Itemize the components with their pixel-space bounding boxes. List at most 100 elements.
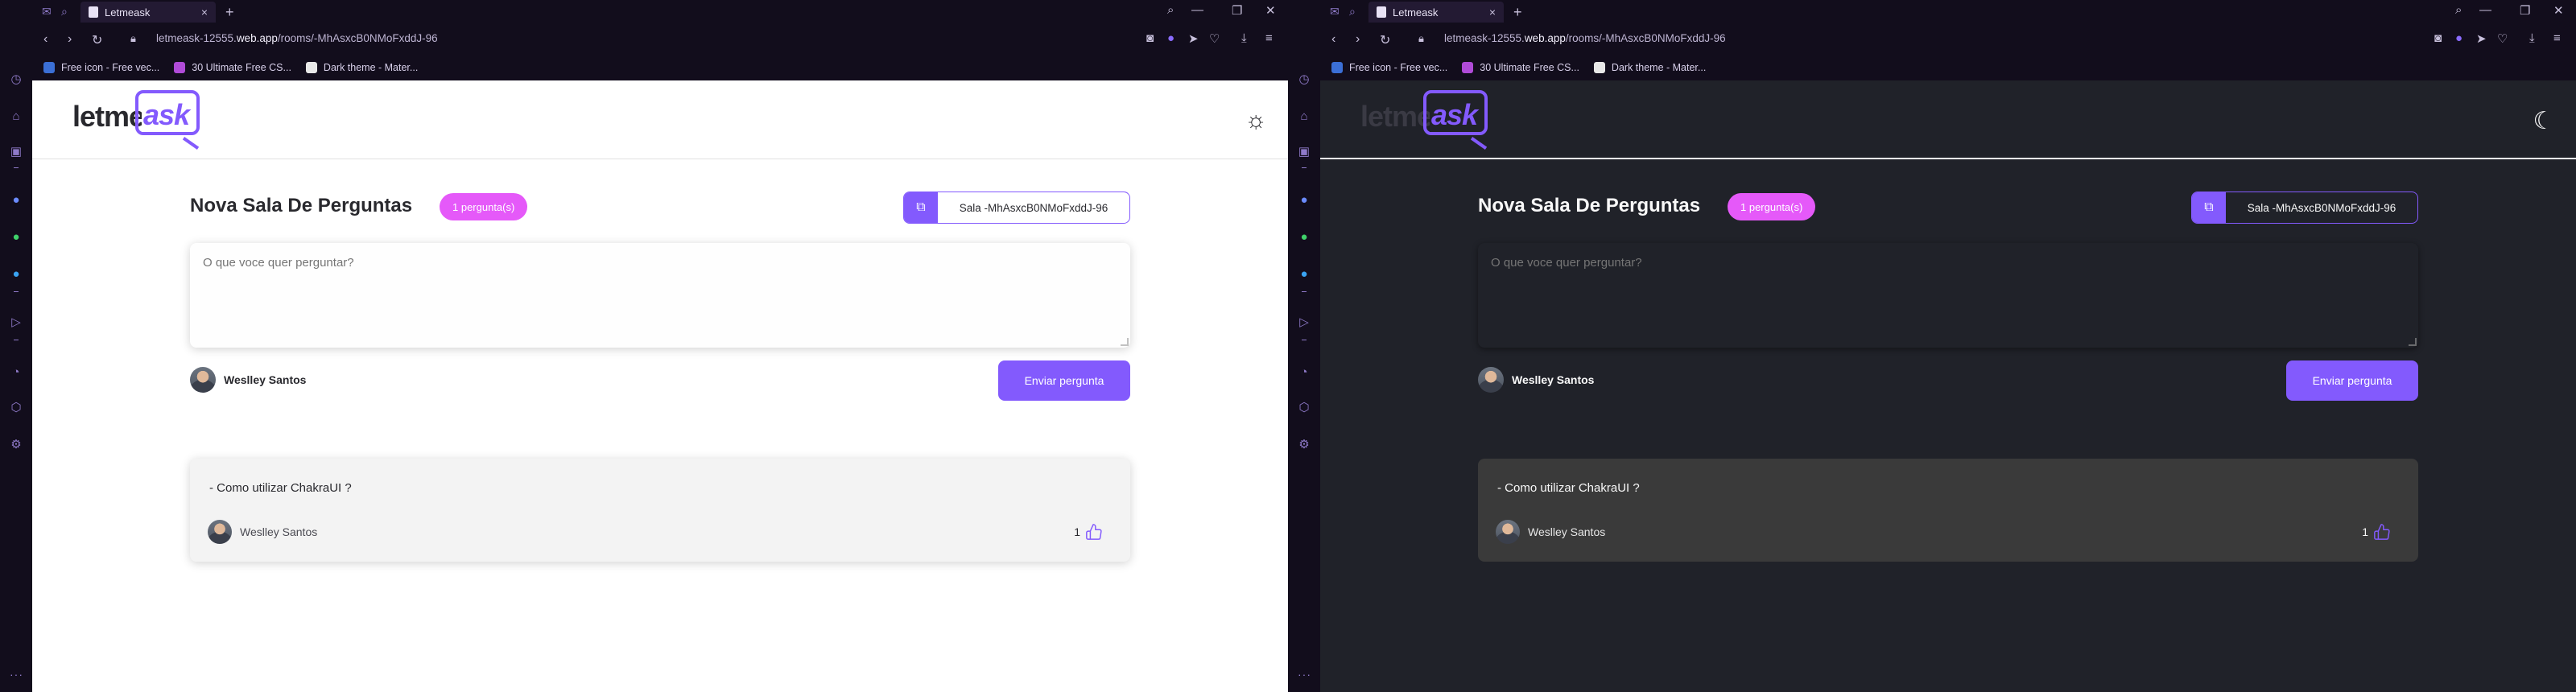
speed-dial-icon[interactable]: ◷ (1296, 71, 1312, 87)
more-icon[interactable]: ··· (1298, 668, 1311, 681)
tab-letmeask[interactable]: Letmeask × (80, 2, 216, 23)
restore-icon[interactable]: ❐ (2520, 3, 2530, 18)
tab-menu-icon[interactable]: ✉ (1330, 5, 1340, 19)
tab-close-icon[interactable]: × (201, 6, 208, 19)
forward-icon[interactable]: › (1356, 32, 1360, 47)
forward-icon[interactable]: › (68, 32, 72, 47)
extensions-icon[interactable]: ⬡ (8, 399, 24, 415)
letmeask-logo[interactable]: letme ask (72, 90, 200, 150)
vpn-icon[interactable]: ● (2455, 31, 2462, 45)
shopping-icon[interactable]: ⌂ (1296, 108, 1312, 124)
textarea-resize-handle[interactable] (2409, 338, 2417, 346)
send-icon[interactable]: ➤ (2476, 31, 2487, 46)
app-page-dark: letme ask ☾ Nova Sala De Perguntas 1 per… (1320, 80, 2576, 692)
avatar (1496, 520, 1520, 544)
whatsapp-icon[interactable]: ● (8, 229, 24, 245)
vpn-icon[interactable]: ● (1167, 31, 1174, 45)
copy-icon: ⧉ (2192, 192, 2226, 223)
twitter-icon[interactable]: ● (8, 266, 24, 282)
copy-icon: ⧉ (904, 192, 938, 223)
app-header: letme ask ☼ (32, 80, 1288, 159)
lock-icon[interactable]: 🔒︎ (1418, 32, 1424, 45)
messenger-icon[interactable]: ● (1296, 192, 1312, 208)
extensions-icon[interactable]: ⬡ (1296, 399, 1312, 415)
form-footer: Weslley Santos Enviar pergunta (1478, 360, 2418, 401)
send-question-button[interactable]: Enviar pergunta (998, 360, 1130, 401)
bookmark-item[interactable]: 30 Ultimate Free CS... (174, 62, 291, 73)
heart-icon[interactable]: ♡ (2497, 31, 2508, 46)
question-author-name: Weslley Santos (1528, 525, 1606, 538)
back-icon[interactable]: ‹ (1331, 32, 1335, 47)
tab-close-icon[interactable]: × (1489, 6, 1496, 19)
url-field[interactable]: letmeask-12555.web.app/rooms/-MhAsxcB0NM… (1444, 32, 1726, 44)
back-icon[interactable]: ‹ (43, 32, 47, 47)
twitch-icon[interactable]: ▣ (1296, 143, 1312, 159)
tab-search-icon[interactable]: ⌕ (1349, 5, 1356, 19)
bookmark-item[interactable]: Dark theme - Mater... (1593, 62, 1706, 73)
reload-icon[interactable]: ↻ (92, 32, 102, 48)
download-icon[interactable]: ⤓ (2529, 31, 2535, 45)
menu-icon[interactable]: ≡ (2553, 31, 2561, 45)
send-icon[interactable]: ➤ (1188, 31, 1199, 46)
question-content: - Como utilizar ChakraUI ? (1497, 481, 1640, 495)
more-icon[interactable]: ··· (10, 668, 23, 681)
settings-icon[interactable]: ⚙ (8, 436, 24, 452)
minimize-icon[interactable]: — (1191, 3, 1203, 17)
tab-letmeask[interactable]: Letmeask × (1368, 2, 1504, 23)
like-button[interactable]: 1 (1074, 523, 1103, 541)
bookmark-item[interactable]: 30 Ultimate Free CS... (1462, 62, 1579, 73)
player-icon[interactable]: ▷ (1296, 314, 1312, 330)
textarea-resize-handle[interactable] (1121, 338, 1129, 346)
history-icon[interactable]: ◔ (1296, 364, 1312, 380)
room-code-label: Sala -MhAsxcB0NMoFxddJ-96 (959, 201, 1108, 214)
bookmark-item[interactable]: Free icon - Free vec... (1331, 62, 1447, 73)
close-window-icon[interactable]: ✕ (2553, 3, 2564, 18)
bookmark-favicon-icon (1462, 62, 1474, 73)
tab-search-icon[interactable]: ⌕ (61, 5, 68, 19)
twitch-icon[interactable]: ▣ (8, 143, 24, 159)
download-icon[interactable]: ⤓ (1241, 31, 1247, 45)
heart-icon[interactable]: ♡ (1209, 31, 1220, 46)
url-field[interactable]: letmeask-12555.web.app/rooms/-MhAsxcB0NM… (156, 32, 438, 44)
new-tab-button[interactable]: + (225, 4, 234, 21)
question-input[interactable] (190, 243, 1130, 348)
whatsapp-icon[interactable]: ● (1296, 229, 1312, 245)
like-button[interactable]: 1 (2362, 523, 2391, 541)
lock-icon[interactable]: 🔒︎ (130, 32, 136, 45)
main-content: Nova Sala De Perguntas 1 pergunta(s) ⧉ S… (1478, 192, 2418, 562)
bookmark-item[interactable]: Free icon - Free vec... (43, 62, 159, 73)
bookmark-item[interactable]: Dark theme - Mater... (305, 62, 418, 73)
room-title-row: Nova Sala De Perguntas 1 pergunta(s) ⧉ S… (1478, 192, 2418, 225)
menu-icon[interactable]: ≡ (1265, 31, 1273, 45)
minimize-icon[interactable]: — (2479, 3, 2491, 17)
tab-title: Letmeask (1393, 6, 1439, 19)
player-icon[interactable]: ▷ (8, 314, 24, 330)
snapshot-icon[interactable]: ◙ (1146, 31, 1154, 45)
history-icon[interactable]: ◔ (8, 364, 24, 380)
close-window-icon[interactable]: ✕ (1265, 3, 1276, 18)
thumbs-up-icon (2374, 524, 2390, 540)
tab-menu-icon[interactable]: ✉ (42, 5, 52, 19)
search-tabs-icon[interactable]: ⌕ (2455, 3, 2462, 17)
theme-toggle-moon-icon[interactable]: ☾ (2531, 108, 2557, 134)
theme-toggle-sun-icon[interactable]: ☼ (1243, 107, 1269, 134)
messenger-icon[interactable]: ● (8, 192, 24, 208)
speed-dial-icon[interactable]: ◷ (8, 71, 24, 87)
question-author: Weslley Santos (208, 520, 317, 544)
settings-icon[interactable]: ⚙ (1296, 436, 1312, 452)
question-input[interactable] (1478, 243, 2418, 348)
letmeask-logo[interactable]: letme ask (1360, 90, 1488, 150)
bookmark-favicon-icon (305, 62, 317, 73)
app-page-light: letme ask ☼ Nova Sala De Perguntas 1 per… (32, 80, 1288, 692)
room-title: Nova Sala De Perguntas (1478, 195, 1701, 216)
snapshot-icon[interactable]: ◙ (2434, 31, 2442, 45)
restore-icon[interactable]: ❐ (1232, 3, 1242, 18)
room-code-button[interactable]: ⧉ Sala -MhAsxcB0NMoFxddJ-96 (2191, 192, 2418, 224)
shopping-icon[interactable]: ⌂ (8, 108, 24, 124)
search-tabs-icon[interactable]: ⌕ (1167, 3, 1174, 17)
reload-icon[interactable]: ↻ (1380, 32, 1390, 48)
twitter-icon[interactable]: ● (1296, 266, 1312, 282)
room-code-button[interactable]: ⧉ Sala -MhAsxcB0NMoFxddJ-96 (903, 192, 1130, 224)
new-tab-button[interactable]: + (1513, 4, 1522, 21)
send-question-button[interactable]: Enviar pergunta (2286, 360, 2418, 401)
